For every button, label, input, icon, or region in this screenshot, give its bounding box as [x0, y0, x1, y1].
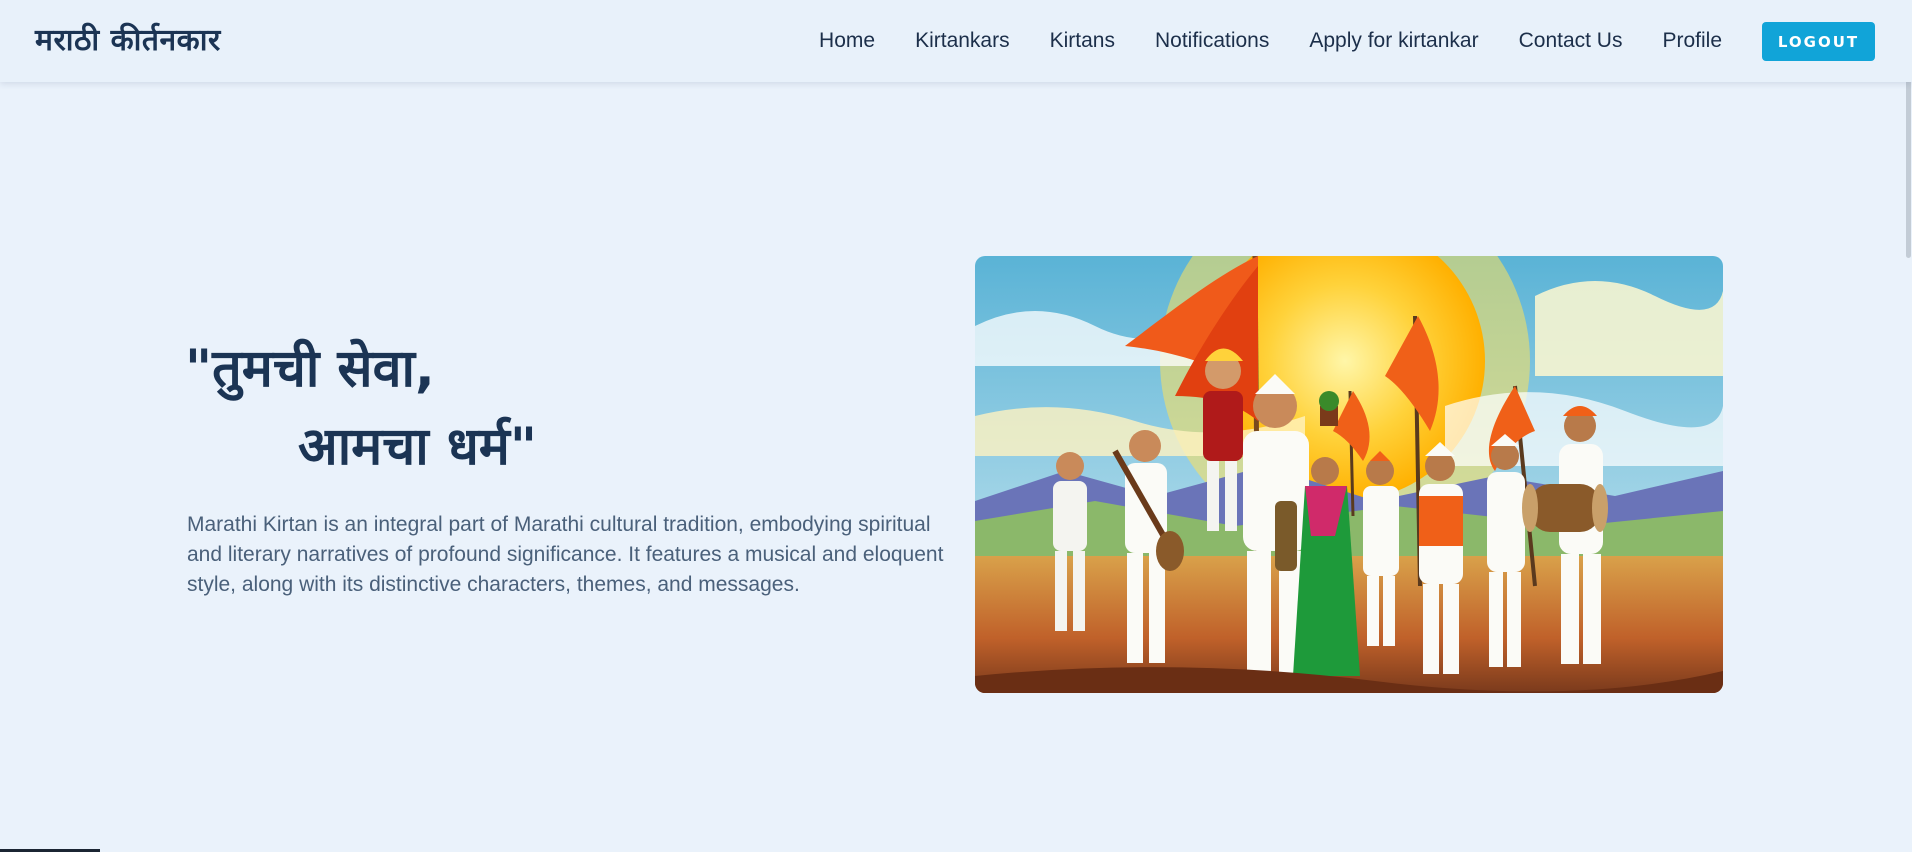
- site-brand[interactable]: मराठी कीर्तनकार: [35, 18, 221, 59]
- logout-button[interactable]: LOGOUT: [1762, 22, 1875, 61]
- hero-title: "तुमची सेवा, आमचा धर्म": [185, 330, 785, 486]
- kirtan-procession-illustration: [975, 256, 1723, 693]
- nav-notifications[interactable]: Notifications: [1155, 29, 1269, 53]
- page-scrollbar[interactable]: [1904, 0, 1912, 852]
- hero-title-line-1: "तुमची सेवा,: [185, 339, 435, 399]
- nav-links: Home Kirtankars Kirtans Notifications Ap…: [819, 0, 1722, 82]
- nav-home[interactable]: Home: [819, 29, 875, 53]
- hero-title-line-2: आमचा धर्म": [298, 417, 537, 477]
- nav-kirtankars[interactable]: Kirtankars: [915, 29, 1010, 53]
- nav-apply-kirtankar[interactable]: Apply for kirtankar: [1309, 29, 1478, 53]
- nav-contact-us[interactable]: Contact Us: [1519, 29, 1623, 53]
- nav-profile[interactable]: Profile: [1662, 29, 1722, 53]
- illustration-svg: [975, 256, 1723, 693]
- top-navbar: मराठी कीर्तनकार Home Kirtankars Kirtans …: [0, 0, 1912, 82]
- nav-kirtans[interactable]: Kirtans: [1050, 29, 1115, 53]
- hero-description: Marathi Kirtan is an integral part of Ma…: [187, 513, 944, 596]
